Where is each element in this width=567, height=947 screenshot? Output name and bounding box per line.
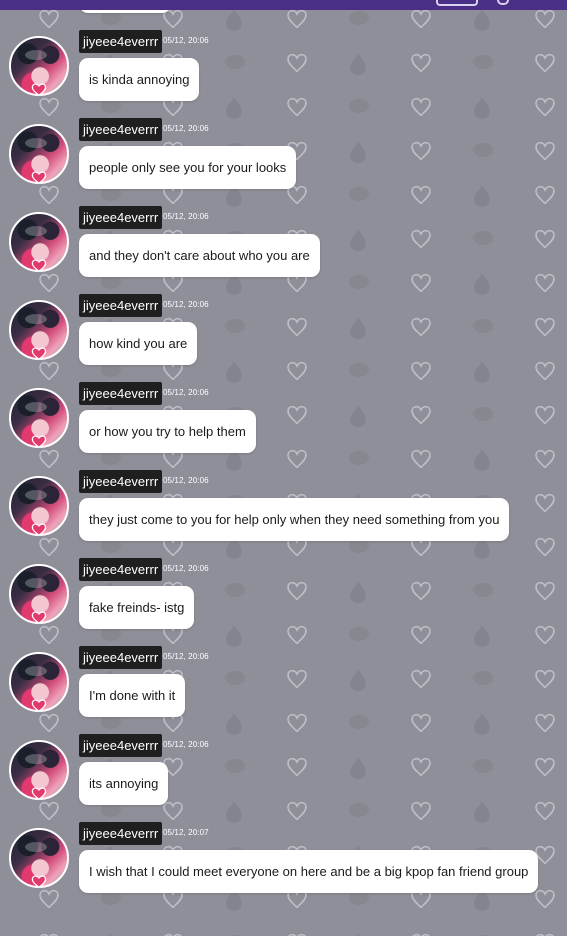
message-row[interactable]: jiyeee4everrr 05/12, 20:06 how kind you ar… [0,293,567,381]
message-row[interactable]: jiyeee4everrr 05/12, 20:06 is kinda annoyi… [0,29,567,117]
avatar-highlight [25,226,47,236]
heart-outline-icon[interactable] [31,433,47,449]
toolbar-icon[interactable] [497,0,509,5]
author-name-tag[interactable]: jiyeee4everrr [79,382,163,405]
author-name-tag[interactable]: jiyeee4everrr [79,734,163,757]
message-timestamp: 05/12, 20:06 [163,388,209,397]
message-row[interactable]: jiyeee4everrr 05/12, 20:06 and they don't … [0,205,567,293]
heart-outline-icon[interactable] [31,697,47,713]
message-timestamp: 05/12, 20:06 [163,212,209,221]
author-name-tag[interactable]: jiyeee4everrr [79,822,163,845]
author-name-tag[interactable]: jiyeee4everrr [79,470,163,493]
toolbar-pill-button[interactable] [436,0,478,6]
author-name-tag[interactable]: jiyeee4everrr [79,294,163,317]
message-bubble[interactable]: or how you try to help them [79,410,256,453]
avatar-highlight [25,754,47,764]
message-timestamp: 05/12, 20:06 [163,124,209,133]
message-bubble[interactable]: I'm done with it [79,674,186,717]
avatar-highlight [25,842,47,852]
composer-edge [0,936,567,947]
message-row[interactable]: jiyeee4everrr 05/12, 20:06 they just come … [0,469,567,557]
message-bubble[interactable]: people only see you for your looks [79,146,297,189]
author-name-tag[interactable]: jiyeee4everrr [79,646,163,669]
avatar-highlight [25,666,47,676]
author-name-tag[interactable]: jiyeee4everrr [79,118,163,141]
heart-outline-icon[interactable] [31,257,47,273]
message-timestamp: 05/12, 20:06 [163,652,209,661]
message-bubble[interactable]: they just come to you for help only when… [79,498,510,541]
author-name-tag[interactable]: jiyeee4everrr [79,206,163,229]
message-row[interactable]: jiyeee4everrr 05/12, 20:06 its annoying [0,733,567,821]
avatar-highlight [25,138,47,148]
message-bubble[interactable]: how kind you are [79,322,198,365]
author-name-tag[interactable]: jiyeee4everrr [79,30,163,53]
avatar-highlight [25,578,47,588]
message-row[interactable]: jiyeee4everrr 05/12, 20:06 fake freinds- i… [0,557,567,645]
message-row[interactable]: jiyeee4everrr 05/12, 20:06 or how you try … [0,381,567,469]
message-timestamp: 05/12, 20:07 [163,828,209,837]
message-bubble[interactable]: is kinda annoying [79,58,200,101]
avatar-highlight [25,402,47,412]
heart-outline-icon[interactable] [31,609,47,625]
message-timestamp: 05/12, 20:06 [163,476,209,485]
avatar-highlight [25,50,47,60]
heart-outline-icon[interactable] [31,785,47,801]
message-bubble[interactable]: fake freinds- istg [79,586,195,629]
avatar-highlight [25,490,47,500]
author-name-tag[interactable]: jiyeee4everrr [79,558,163,581]
message-row[interactable]: jiyeee4everrr 05/12, 20:07 I wish that I c… [0,821,567,909]
message-bubble[interactable]: and they don't care about who you are [79,234,320,277]
heart-outline-icon[interactable] [31,521,47,537]
message-timestamp: 05/12, 20:06 [163,564,209,573]
message-row[interactable]: jiyeee4everrr 05/12, 20:06 I'm done with i… [0,645,567,733]
message-list[interactable]: yk this worldjiyeee4everrr05/12, 20:06is… [0,0,567,947]
message-bubble[interactable]: its annoying [79,762,169,805]
heart-outline-icon[interactable] [31,169,47,185]
avatar-highlight [25,314,47,324]
heart-outline-icon[interactable] [31,873,47,889]
message-timestamp: 05/12, 20:06 [163,36,209,45]
heart-outline-icon[interactable] [31,81,47,97]
top-app-bar [0,0,567,10]
message-bubble[interactable]: I wish that I could meet everyone on her… [79,850,539,893]
message-row[interactable]: jiyeee4everrr 05/12, 20:06 people only see… [0,117,567,205]
message-timestamp: 05/12, 20:06 [163,300,209,309]
message-timestamp: 05/12, 20:06 [163,740,209,749]
heart-outline-icon[interactable] [31,345,47,361]
